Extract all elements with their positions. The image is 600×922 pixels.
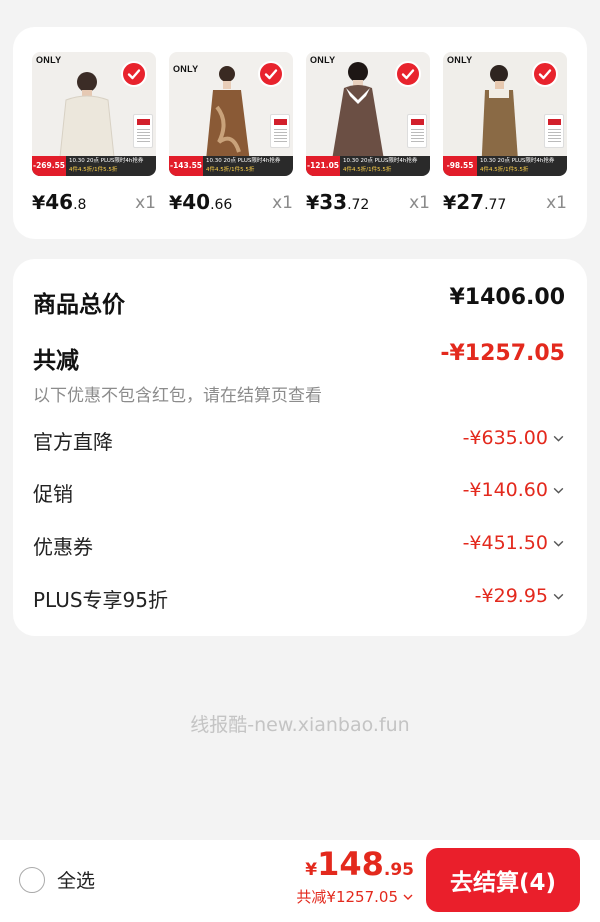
brand-logo: ONLY xyxy=(173,64,199,74)
chevron-down-icon xyxy=(553,487,564,494)
selected-check-icon[interactable] xyxy=(395,61,421,87)
order-total: ¥148.95 共减¥1257.05 xyxy=(296,848,414,907)
discount-value: -¥1257.05 xyxy=(440,341,565,366)
discount-item-value[interactable]: -¥451.50 xyxy=(463,532,565,554)
checkout-button[interactable]: 去结算(4) xyxy=(426,848,580,912)
product-thumbnail[interactable]: ONLY -269.55 10.30 20点 PLUS限时4h抢券 4件4.5折/… xyxy=(32,52,156,176)
price-tag-icon xyxy=(544,114,564,148)
discount-item-value[interactable]: -¥29.95 xyxy=(475,585,565,607)
product-price: ¥46.8 xyxy=(32,190,87,214)
discount-item-value[interactable]: -¥140.60 xyxy=(463,479,565,501)
total-price-row: 商品总价 ¥1406.00 xyxy=(33,285,565,319)
price-tag-icon xyxy=(407,114,427,148)
product-quantity: x1 xyxy=(546,193,567,213)
total-integer: 148 xyxy=(317,845,384,883)
promo-banner: -269.55 10.30 20点 PLUS限时4h抢券 4件4.5折/1件5.5… xyxy=(32,156,156,176)
total-decimal: .95 xyxy=(383,860,414,880)
promo-text-2: 4件4.5折/1件5.5折 xyxy=(343,167,392,173)
promo-banner: -98.55 10.30 20点 PLUS限时4h抢券 4件4.5折/1件5.5折 xyxy=(443,156,567,176)
product-quantity: x1 xyxy=(272,193,293,213)
discount-item-row[interactable]: 促销 -¥140.60 xyxy=(33,478,565,507)
total-price-value: ¥1406.00 xyxy=(449,285,565,310)
select-all-radio[interactable] xyxy=(19,866,45,893)
promo-text-1: 10.30 20点 PLUS限时4h抢券 xyxy=(206,158,281,164)
selected-check-icon[interactable] xyxy=(532,61,558,87)
promo-text-2: 4件4.5折/1件5.5折 xyxy=(69,167,118,173)
select-all-toggle[interactable]: 全选 xyxy=(19,866,95,893)
discount-item-value[interactable]: -¥635.00 xyxy=(463,427,565,449)
discount-item-row[interactable]: 官方直降 -¥635.00 xyxy=(33,426,565,455)
selected-products-card: ONLY -269.55 10.30 20点 PLUS限时4h抢券 4件4.5折/… xyxy=(13,27,587,239)
watermark: 线报酷-new.xianbao.fun xyxy=(190,714,410,736)
product-item[interactable]: ONLY -121.05 10.30 20点 PLUS限时4h抢券 4件4.5折/… xyxy=(306,52,430,220)
select-all-label: 全选 xyxy=(57,870,96,892)
product-price: ¥27.77 xyxy=(443,190,507,214)
promo-text-1: 10.30 20点 PLUS限时4h抢券 xyxy=(480,158,555,164)
discount-item-label: 官方直降 xyxy=(33,430,113,454)
discount-item-label: 促销 xyxy=(33,482,73,506)
brand-logo: ONLY xyxy=(447,55,473,65)
price-tag-icon xyxy=(133,114,153,148)
selected-check-icon[interactable] xyxy=(258,61,284,87)
selected-check-icon[interactable] xyxy=(121,61,147,87)
promo-banner: -121.05 10.30 20点 PLUS限时4h抢券 4件4.5折/1件5.5… xyxy=(306,156,430,176)
product-item[interactable]: ONLY -143.55 10.30 20点 PLUS限时4h抢券 4件4.5折/… xyxy=(169,52,293,220)
product-thumbnail[interactable]: ONLY -98.55 10.30 20点 PLUS限时4h抢券 4件4.5折/1… xyxy=(443,52,567,176)
price-summary-card: 商品总价 ¥1406.00 共减 -¥1257.05 以下优惠不包含红包，请在结… xyxy=(13,259,587,636)
discount-item-label: 优惠券 xyxy=(33,535,93,559)
product-thumbnail[interactable]: ONLY -143.55 10.30 20点 PLUS限时4h抢券 4件4.5折/… xyxy=(169,52,293,176)
discount-label: 共减 xyxy=(33,348,79,374)
promo-text-2: 4件4.5折/1件5.5折 xyxy=(480,167,529,173)
chevron-down-icon xyxy=(553,593,564,600)
promo-text-1: 10.30 20点 PLUS限时4h抢券 xyxy=(343,158,418,164)
product-price: ¥40.66 xyxy=(169,190,233,214)
product-quantity: x1 xyxy=(409,193,430,213)
currency-symbol: ¥ xyxy=(305,860,318,880)
discount-item-row[interactable]: 优惠券 -¥451.50 xyxy=(33,531,565,560)
chevron-down-icon xyxy=(553,540,564,547)
product-quantity: x1 xyxy=(135,193,156,213)
discount-item-label: PLUS专享95折 xyxy=(33,588,168,612)
chevron-down-icon xyxy=(553,435,564,442)
discount-item-row[interactable]: PLUS专享95折 -¥29.95 xyxy=(33,584,565,613)
brand-logo: ONLY xyxy=(36,55,62,65)
brand-logo: ONLY xyxy=(310,55,336,65)
total-discount-toggle[interactable]: 共减¥1257.05 xyxy=(296,886,414,907)
product-price: ¥33.72 xyxy=(306,190,370,214)
promo-text-2: 4件4.5折/1件5.5折 xyxy=(206,167,255,173)
total-discount-text: 共减¥1257.05 xyxy=(296,888,398,906)
total-price-label: 商品总价 xyxy=(33,292,125,318)
product-thumbnail[interactable]: ONLY -121.05 10.30 20点 PLUS限时4h抢券 4件4.5折/… xyxy=(306,52,430,176)
discount-note: 以下优惠不包含红包，请在结算页查看 xyxy=(33,386,322,406)
discount-row: 共减 -¥1257.05 以下优惠不包含红包，请在结算页查看 xyxy=(33,341,565,406)
promo-banner: -143.55 10.30 20点 PLUS限时4h抢券 4件4.5折/1件5.5… xyxy=(169,156,293,176)
price-tag-icon xyxy=(270,114,290,148)
checkout-bar: 全选 ¥148.95 共减¥1257.05 去结算(4) xyxy=(0,840,600,922)
promo-text-1: 10.30 20点 PLUS限时4h抢券 xyxy=(69,158,144,164)
product-item[interactable]: ONLY -269.55 10.30 20点 PLUS限时4h抢券 4件4.5折/… xyxy=(32,52,156,220)
promo-price: -121.05 xyxy=(306,156,340,176)
promo-price: -269.55 xyxy=(32,156,66,176)
promo-price: -98.55 xyxy=(443,156,477,176)
chevron-down-icon xyxy=(403,894,413,900)
promo-price: -143.55 xyxy=(169,156,203,176)
product-item[interactable]: ONLY -98.55 10.30 20点 PLUS限时4h抢券 4件4.5折/1… xyxy=(443,52,567,220)
